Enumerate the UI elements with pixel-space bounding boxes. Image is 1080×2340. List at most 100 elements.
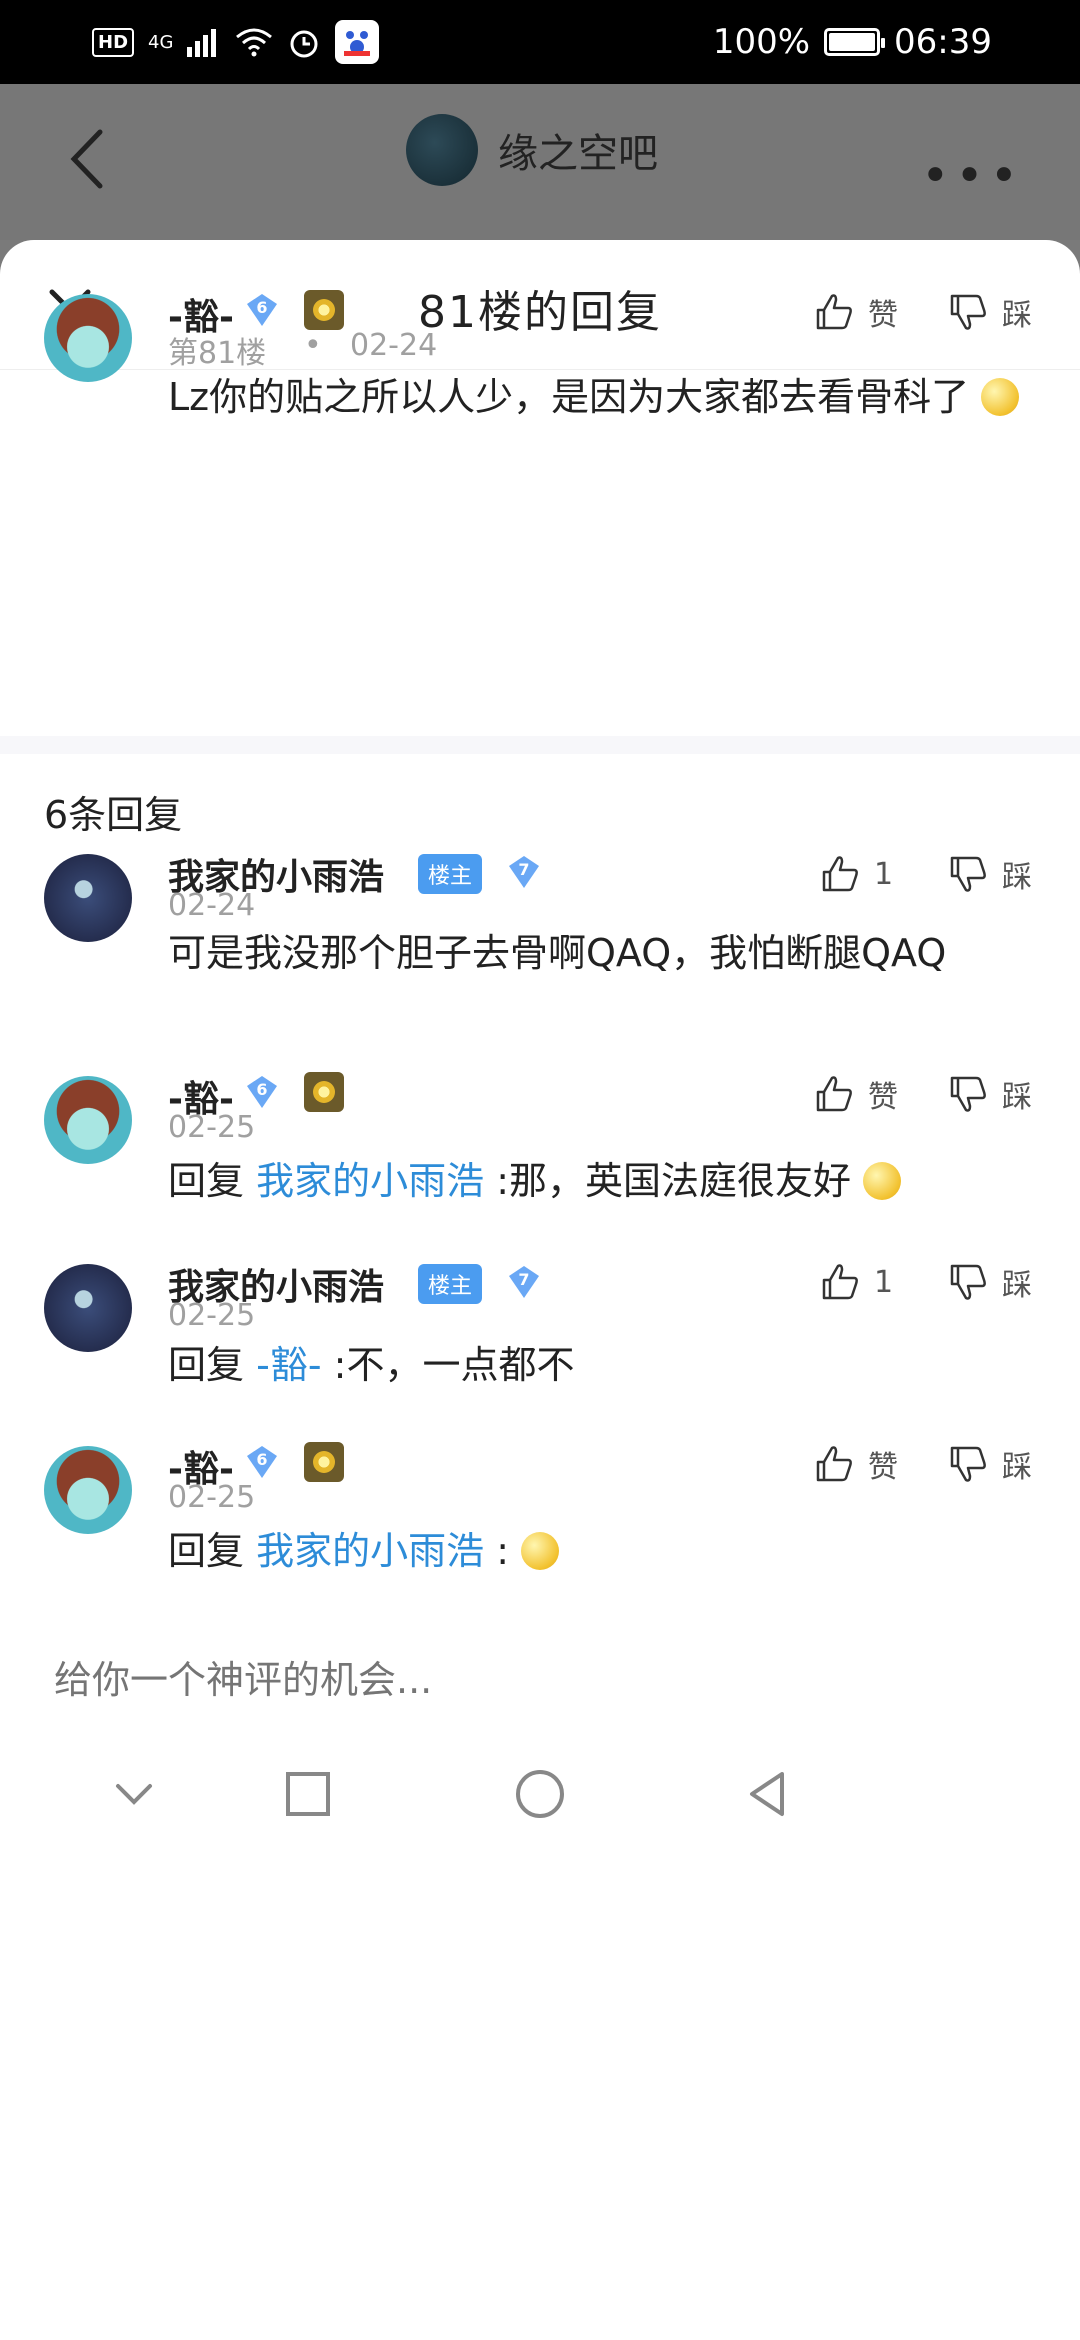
dislike-label: 踩 [1002,1268,1032,1303]
reply-text: 回复 我家的小雨浩 :那，英国法庭很友好 [168,1154,1048,1208]
level-number: 7 [518,860,530,879]
avatar[interactable] [44,1076,132,1164]
level-badge: 6 [244,1444,280,1480]
reply-prefix: 回复 [168,1343,245,1387]
sheet-title: 81楼的回复 [418,287,662,338]
thumbs-up-icon [816,1076,852,1112]
avatar[interactable] [44,1446,132,1534]
section-divider [0,736,1080,754]
like-label: 赞 [868,1080,898,1115]
reply-text-content: :不，一点都不 [333,1343,575,1387]
forum-title[interactable]: 缘之空吧 [406,114,658,186]
dislike-button[interactable]: 踩 [946,1260,1032,1304]
thumbs-up-icon [822,1264,858,1300]
reply-date: 02-24 [168,888,256,923]
like-button[interactable]: 1 [818,1260,893,1304]
thumbs-down-icon [950,856,986,892]
avatar[interactable] [44,294,132,382]
like-button[interactable]: 1 [818,852,893,896]
level-number: 6 [256,1450,268,1469]
dislike-button[interactable]: 踩 [946,1072,1032,1116]
battery-icon [824,28,886,56]
medal-badge [304,1442,344,1482]
reply-date: 02-25 [168,1110,256,1145]
back-chevron-icon[interactable] [60,124,120,194]
owner-tag: 楼主 [418,854,483,894]
level-badge: 7 [506,1264,542,1300]
post-date: 02-24 [350,328,438,363]
level-number: 7 [518,1270,530,1289]
thumbs-up-icon [816,294,852,330]
battery-fill [829,33,876,51]
reply-text: 可是我没那个胆子去骨啊QAQ，我怕断腿QAQ [168,931,947,975]
reply-input-bar [0,1636,1080,1744]
like-label: 赞 [868,298,898,333]
dislike-button[interactable]: 踩 [946,852,1032,896]
like-button[interactable]: 赞 [812,1442,898,1486]
thumbs-up-icon [822,856,858,892]
back-triangle-icon[interactable] [738,1764,798,1824]
signal-icon [187,29,217,57]
clock: 06:39 [894,22,992,62]
medal-badge [304,290,344,330]
like-count: 1 [874,1264,894,1300]
like-button[interactable]: 赞 [812,1072,898,1116]
thumbs-down-icon [950,1076,986,1112]
dislike-label: 踩 [1002,1450,1032,1485]
smile-emoji-icon [863,1162,902,1200]
post-text: Lz你的贴之所以人少，是因为大家都去看骨科了 [168,370,1048,424]
reply-sheet: 81楼的回复 -豁- 6 第81楼 • 02-24 Lz你的贴之所以人少，是因为… [0,240,1080,2340]
replies-count: 6条回复 [44,793,183,837]
thumbs-down-icon [950,294,986,330]
battery-percent: 100% [712,22,811,62]
reply-text-content: :那，英国法庭很友好 [496,1159,852,1203]
separator-dot: • [304,328,322,363]
reply-input[interactable] [54,1658,954,1702]
sheet-header: 81楼的回复 [0,240,1080,370]
status-bar: HD 4G 100% 06:39 [0,0,1080,84]
forum-name: 缘之空吧 [498,131,658,177]
dislike-button[interactable]: 踩 [946,290,1032,334]
hd-indicator: HD [92,27,135,57]
thumbs-up-icon [816,1446,852,1482]
reply-prefix: 回复 [168,1159,245,1203]
level-badge: 6 [244,1074,280,1110]
system-nav-bar [0,1744,1080,1840]
home-circle-icon[interactable] [510,1764,570,1824]
reply-text-content: : [496,1529,510,1573]
collapse-chevron-icon[interactable] [104,1764,164,1824]
like-button[interactable]: 赞 [812,290,898,334]
owner-tag: 楼主 [418,1264,483,1304]
smile-emoji-icon [521,1532,560,1570]
reply-date: 02-25 [168,1480,256,1515]
post-text-content: Lz你的贴之所以人少，是因为大家都去看骨科了 [168,375,970,419]
recent-apps-square-icon[interactable] [278,1764,338,1824]
thumbs-down-icon [950,1446,986,1482]
alarm-icon [290,30,318,58]
like-count: 1 [874,856,894,892]
dislike-label: 踩 [1002,860,1032,895]
wifi-icon [236,28,273,57]
forum-header: 缘之空吧 ••• [0,84,1080,240]
level-badge: 6 [244,292,280,328]
smile-emoji-icon [981,378,1020,416]
reply-text: 回复 我家的小雨浩 : [168,1524,1048,1578]
reply-prefix: 回复 [168,1529,245,1573]
dislike-label: 踩 [1002,1080,1032,1115]
level-badge: 7 [506,854,542,890]
reply-date: 02-25 [168,1298,256,1333]
more-dots-icon[interactable]: ••• [921,148,1024,204]
level-number: 6 [256,1080,268,1099]
like-label: 赞 [868,1450,898,1485]
avatar[interactable] [44,1264,132,1352]
medal-badge [304,1072,344,1112]
level-number: 6 [256,298,268,317]
reply-to-link[interactable]: -豁- [256,1343,321,1387]
dislike-label: 踩 [1002,298,1032,333]
dislike-button[interactable]: 踩 [946,1442,1032,1486]
reply-to-link[interactable]: 我家的小雨浩 [256,1529,484,1573]
reply-to-link[interactable]: 我家的小雨浩 [256,1159,484,1203]
forum-avatar [406,114,478,186]
avatar[interactable] [44,854,132,942]
reply-text: 回复 -豁- :不，一点都不 [168,1338,1048,1392]
